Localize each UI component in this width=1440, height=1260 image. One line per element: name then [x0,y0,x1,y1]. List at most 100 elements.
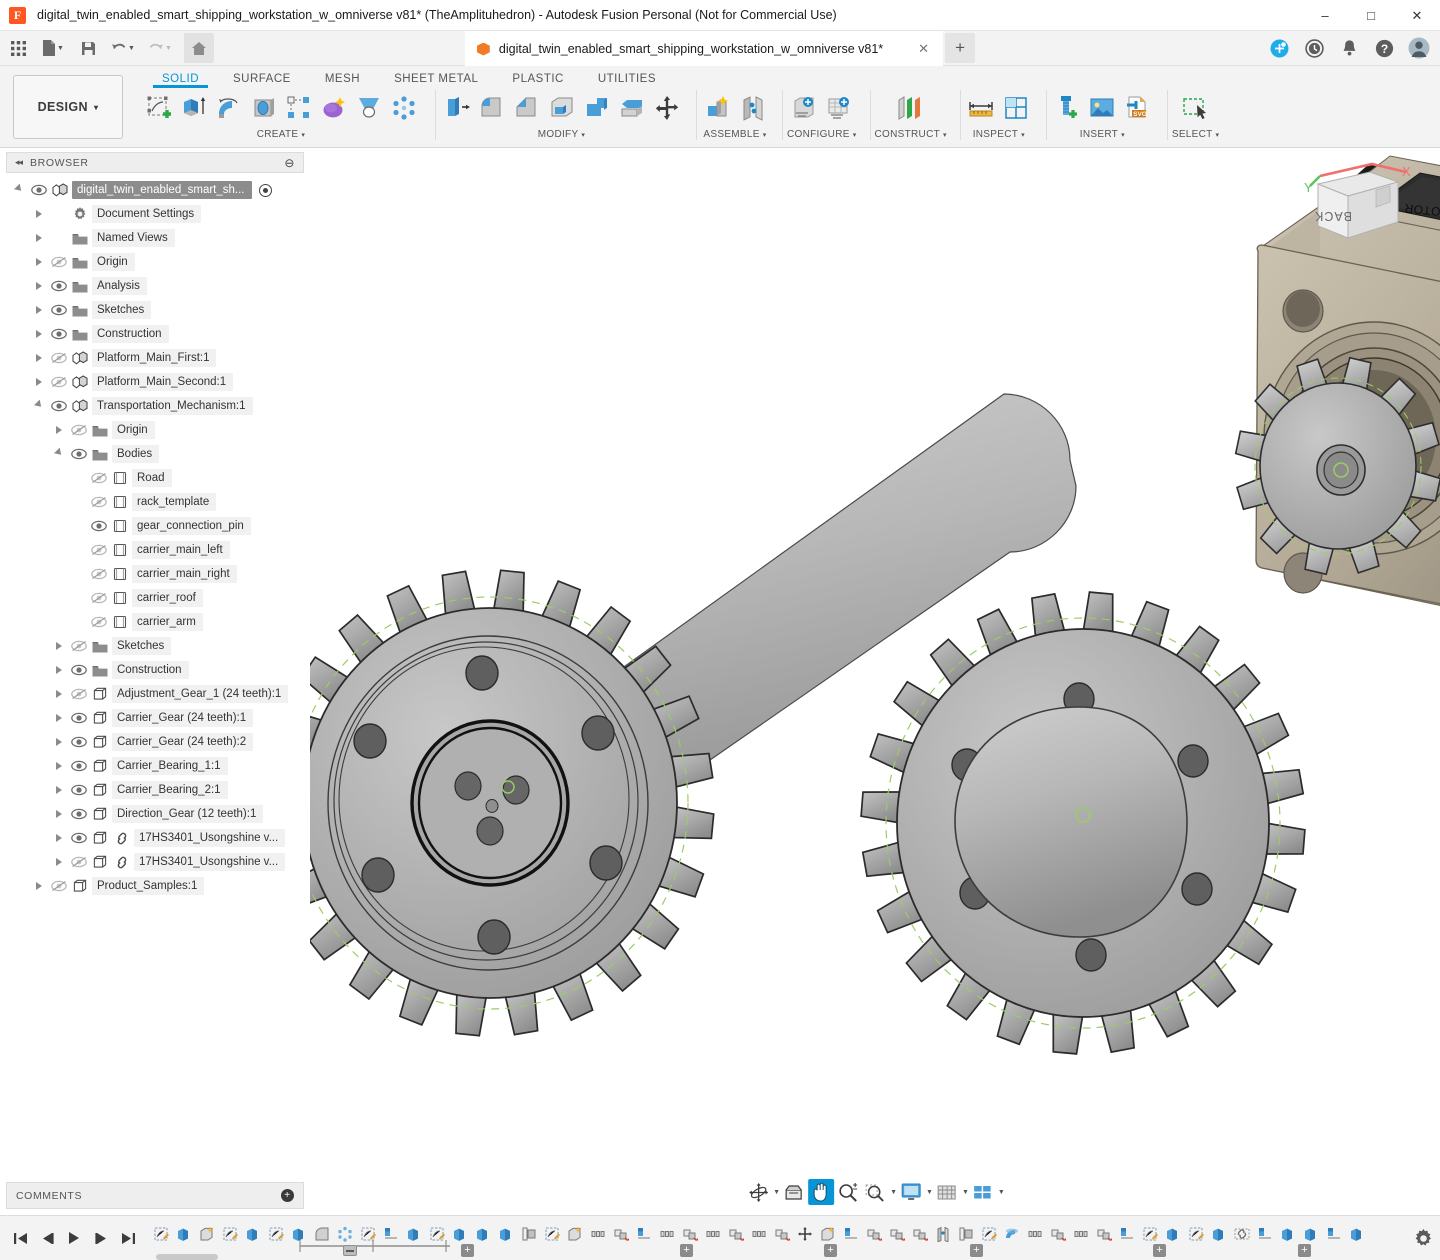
timeline-feature-joint[interactable] [932,1221,954,1247]
timeline-group-expand[interactable]: + [1298,1244,1311,1257]
minimize-button[interactable]: – [1302,0,1348,31]
timeline-feature-mirror[interactable] [633,1221,655,1247]
timeline-feature-mirror[interactable] [1116,1221,1138,1247]
timeline-feature-extrude[interactable] [449,1221,471,1247]
tree-twisty[interactable] [50,426,68,434]
new-tab-button[interactable]: + [945,33,975,63]
insert-mcmaster-icon[interactable] [1051,89,1084,127]
browser-item-digital-twin-enabled-smart-sh[interactable]: digital_twin_enabled_smart_sh... [0,178,310,202]
chevron-down-icon[interactable]: ▾ [853,131,857,139]
browser-item-road[interactable]: Road [0,466,310,490]
carrier-gear-24-teeth-lower[interactable] [310,570,714,1035]
timeline-feature-extrude[interactable] [495,1221,517,1247]
visibility-toggle-icon[interactable] [68,424,90,436]
timeline-feature-new-component[interactable] [817,1221,839,1247]
expand-arrow-icon[interactable] [56,690,62,698]
section-analysis-icon[interactable] [1000,89,1033,127]
visibility-toggle-icon[interactable] [68,832,90,844]
expand-arrow-icon[interactable] [36,354,42,362]
maximize-button[interactable]: □ [1348,0,1394,31]
timeline-feature-thread[interactable] [656,1221,678,1247]
timeline-feature-move[interactable] [679,1221,701,1247]
browser-item-direction-gear-12-teeth-1[interactable]: Direction_Gear (12 teeth):1 [0,802,310,826]
browser-item-bodies[interactable]: Bodies [0,442,310,466]
tree-twisty[interactable] [30,282,48,290]
expand-arrow-icon[interactable] [56,786,62,794]
browser-item-sketches[interactable]: Sketches [0,298,310,322]
direction-gear-12-teeth[interactable] [1236,358,1440,575]
pan-icon[interactable] [808,1179,834,1205]
chevron-down-icon[interactable]: ▼ [926,1189,933,1196]
insert-image-icon[interactable] [1086,89,1119,127]
browser-item-origin[interactable]: Origin [0,250,310,274]
chamfer-icon[interactable] [510,89,543,127]
tree-twisty[interactable] [10,187,28,193]
chevron-down-icon[interactable]: ▾ [301,131,305,139]
notifications-icon[interactable] [1334,33,1364,63]
browser-item-platform-main-first-1[interactable]: Platform_Main_First:1 [0,346,310,370]
visibility-toggle-icon[interactable] [68,640,90,652]
minimize-icon[interactable]: ⊖ [284,156,295,170]
model-canvas[interactable]: STEPPING MOTOR [310,148,1440,1215]
expand-arrow-icon[interactable] [56,714,62,722]
timeline-feature-extrude[interactable] [1300,1221,1322,1247]
visibility-toggle-icon[interactable] [48,328,70,340]
timeline-feature-extrude[interactable] [472,1221,494,1247]
joint-icon[interactable] [736,89,769,127]
timeline-feature-mirror[interactable] [840,1221,862,1247]
tree-twisty[interactable] [50,690,68,698]
configuration-icon[interactable] [788,89,821,127]
tab-surface[interactable]: SURFACE [216,73,308,88]
fit-icon[interactable] [862,1179,888,1205]
viewport-3d[interactable]: STEPPING MOTOR [310,148,1440,1215]
browser-item-17hs3401-usongshine-v[interactable]: 17HS3401_Usongshine v... [0,850,310,874]
collapse-arrow-icon[interactable] [54,448,64,458]
browser-item-analysis[interactable]: Analysis [0,274,310,298]
timeline-group-expand[interactable]: + [824,1244,837,1257]
chevron-down-icon[interactable]: ▼ [890,1189,897,1196]
timeline-feature-align[interactable] [955,1221,977,1247]
timeline-feature-move[interactable] [1093,1221,1115,1247]
file-icon[interactable]: ▼ [36,33,70,63]
timeline-feature-move[interactable] [886,1221,908,1247]
carrier-gear-24-teeth-upper[interactable] [861,592,1305,1054]
app-grid-icon[interactable] [3,33,33,63]
browser-item-transportation-mechanism-1[interactable]: Transportation_Mechanism:1 [0,394,310,418]
expand-arrow-icon[interactable] [36,210,42,218]
timeline-settings-icon[interactable] [1406,1229,1440,1248]
expand-arrow-icon[interactable] [56,666,62,674]
timeline-feature-move-copy[interactable] [794,1221,816,1247]
expand-arrow-icon[interactable] [56,642,62,650]
browser-item-origin[interactable]: Origin [0,418,310,442]
visibility-toggle-icon[interactable] [68,664,90,676]
close-button[interactable]: ✕ [1394,0,1440,31]
expand-arrow-icon[interactable] [36,234,42,242]
timeline-feature-thread[interactable] [1024,1221,1046,1247]
timeline-feature-revolve[interactable] [1001,1221,1023,1247]
save-icon[interactable] [73,33,103,63]
expand-arrow-icon[interactable] [36,882,42,890]
rectangular-pattern-icon[interactable] [282,89,315,127]
browser-item-carrier-bearing-2-1[interactable]: Carrier_Bearing_2:1 [0,778,310,802]
new-component-icon[interactable] [701,89,734,127]
chevron-down-icon[interactable]: ▾ [1216,131,1220,139]
visibility-toggle-icon[interactable] [68,448,90,460]
chevron-down-icon[interactable]: ▾ [943,131,947,139]
comments-panel[interactable]: COMMENTS + [6,1182,304,1209]
timeline-group-expand[interactable]: + [680,1244,693,1257]
visibility-toggle-icon[interactable] [68,736,90,748]
browser-item-document-settings[interactable]: Document Settings [0,202,310,226]
view-cube-face-label[interactable]: BACK [1314,209,1352,223]
tree-twisty[interactable] [30,234,48,242]
combine-icon[interactable] [580,89,613,127]
loft-icon[interactable] [352,89,385,127]
add-comment-icon[interactable]: + [281,1189,294,1202]
tree-twisty[interactable] [50,858,68,866]
expand-arrow-icon[interactable] [56,762,62,770]
tab-plastic[interactable]: PLASTIC [495,73,580,88]
visibility-toggle-icon[interactable] [48,280,70,292]
browser-item-construction[interactable]: Construction [0,658,310,682]
timeline-marker[interactable] [343,1245,357,1256]
browser-item-carrier-roof[interactable]: carrier_roof [0,586,310,610]
expand-arrow-icon[interactable] [56,858,62,866]
